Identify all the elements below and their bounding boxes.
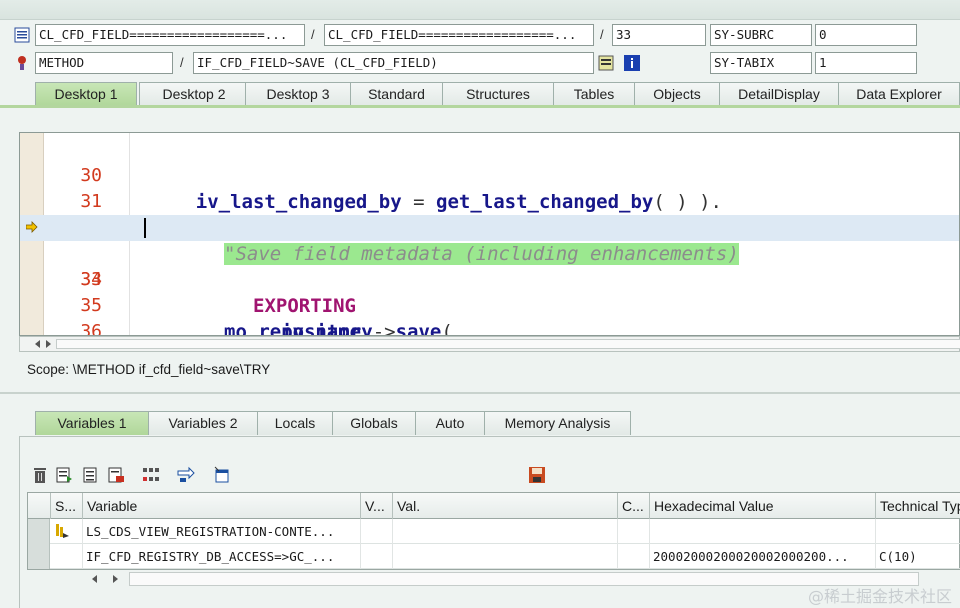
- scroll-left-icon[interactable]: [34, 340, 42, 348]
- column-header-v[interactable]: V...: [361, 493, 393, 519]
- code-line[interactable]: 36 iv_package = ls_transport_info-packag…: [20, 293, 959, 335]
- event-type-field[interactable]: METHOD: [35, 52, 173, 74]
- scroll-thumb[interactable]: [56, 339, 960, 349]
- column-header-value[interactable]: Val.: [393, 493, 618, 519]
- header-row-program: CL_CFD_FIELD==================... / CL_C…: [0, 24, 960, 48]
- scroll-right-icon[interactable]: [44, 340, 52, 348]
- code-line[interactable]: 37 iv_request = ls_transport_info-reques…: [20, 319, 959, 335]
- variable-cell[interactable]: LS_CDS_VIEW_REGISTRATION-CONTE...: [83, 519, 361, 544]
- row-selector[interactable]: [28, 544, 50, 569]
- tab-variables-2[interactable]: Variables 2: [148, 411, 258, 435]
- tab-detaildisplay[interactable]: DetailDisplay: [719, 82, 839, 106]
- line-field[interactable]: 33: [612, 24, 706, 46]
- table-row[interactable]: LS_CDS_VIEW_REGISTRATION-CONTE...: [28, 519, 960, 544]
- c-cell: [618, 519, 650, 544]
- tab-tables[interactable]: Tables: [553, 82, 635, 106]
- delete-icon[interactable]: [31, 466, 49, 484]
- scope-label: Scope: \METHOD if_cfd_field~save\TRY: [27, 362, 271, 377]
- c-cell: [618, 544, 650, 569]
- watermark: @稀土掘金技术社区: [807, 587, 952, 606]
- tab-variables-1[interactable]: Variables 1: [35, 411, 149, 435]
- sysvar-name-field[interactable]: SY-TABIX: [710, 52, 812, 74]
- program-icon: [14, 27, 30, 43]
- sysvar-value-field[interactable]: 0: [815, 24, 917, 46]
- code-line[interactable]: 34 EXPORTING: [20, 241, 959, 317]
- scroll-right-icon[interactable]: [111, 575, 119, 583]
- navigate-icon[interactable]: [598, 55, 614, 71]
- title-bar: [0, 0, 960, 20]
- source-code-editor[interactable]: 30 iv_last_changed_by = get_last_changed…: [19, 132, 960, 336]
- method-icon: [18, 56, 26, 70]
- column-header-hex[interactable]: Hexadecimal Value: [650, 493, 876, 519]
- tab-desktop-1[interactable]: Desktop 1: [35, 82, 137, 106]
- transfer-icon[interactable]: [177, 466, 195, 484]
- tab-auto[interactable]: Auto: [415, 411, 485, 435]
- tab-locals[interactable]: Locals: [257, 411, 333, 435]
- code-line[interactable]: 32 "Save field metadata (including enhan…: [20, 189, 959, 265]
- column-header-technical-type[interactable]: Technical Type: [876, 493, 960, 519]
- table-header: S... Variable V... Val. C... Hexadecimal…: [28, 493, 960, 519]
- table-row[interactable]: IF_CFD_REGISTRY_DB_ACCESS=>GC_... 200020…: [28, 544, 960, 569]
- current-line-arrow-icon: [26, 221, 38, 233]
- variables-table[interactable]: S... Variable V... Val. C... Hexadecimal…: [27, 492, 960, 570]
- status-cell: [51, 544, 83, 569]
- header-row-event: METHOD / IF_CFD_FIELD~SAVE (CL_CFD_FIELD…: [0, 52, 960, 76]
- column-header-variable[interactable]: Variable: [83, 493, 361, 519]
- tab-objects[interactable]: Objects: [634, 82, 720, 106]
- code-line[interactable]: 31: [20, 163, 959, 212]
- column-header-c[interactable]: C...: [618, 493, 650, 519]
- variable-cell[interactable]: IF_CFD_REGISTRY_DB_ACCESS=>GC_...: [83, 544, 361, 569]
- value-cell[interactable]: [393, 519, 618, 544]
- select-all-cell[interactable]: [28, 493, 51, 519]
- separator: /: [180, 55, 184, 70]
- value-cell[interactable]: [393, 544, 618, 569]
- append-row-icon[interactable]: [82, 466, 100, 484]
- editor-horizontal-scrollbar[interactable]: [19, 336, 960, 352]
- v-cell: [361, 519, 393, 544]
- desktop-tabs: Desktop 1 Desktop 2 Desktop 3 Standard S…: [0, 82, 960, 106]
- tab-desktop-2[interactable]: Desktop 2: [139, 82, 249, 106]
- insert-row-icon[interactable]: [55, 466, 73, 484]
- type-cell: C(10): [879, 549, 917, 564]
- scroll-left-icon[interactable]: [91, 575, 99, 583]
- scroll-thumb[interactable]: [129, 572, 919, 586]
- program-field[interactable]: CL_CFD_FIELD==================...: [35, 24, 305, 46]
- include-field[interactable]: CL_CFD_FIELD==================...: [324, 24, 594, 46]
- event-name-field[interactable]: IF_CFD_FIELD~SAVE (CL_CFD_FIELD): [193, 52, 594, 74]
- tab-standard[interactable]: Standard: [350, 82, 443, 106]
- pane-divider[interactable]: [0, 392, 960, 394]
- tab-structures[interactable]: Structures: [442, 82, 554, 106]
- tab-underline: [0, 105, 960, 108]
- tab-data-explorer[interactable]: Data Explorer: [838, 82, 960, 106]
- hex-cell: [650, 519, 876, 544]
- structure-icon: [56, 524, 69, 538]
- delete-row-icon[interactable]: [107, 466, 125, 484]
- v-cell: [361, 544, 393, 569]
- type-cell: [876, 519, 960, 544]
- column-header-status[interactable]: S...: [51, 493, 83, 519]
- text-caret: [144, 218, 146, 238]
- tab-globals[interactable]: Globals: [332, 411, 416, 435]
- sysvar-name-field[interactable]: SY-SUBRC: [710, 24, 812, 46]
- code-line[interactable]: 35 iv_name = mv_name: [20, 267, 959, 335]
- separator: /: [311, 27, 315, 42]
- hex-cell: 20002000200020002000200...: [650, 544, 876, 569]
- tab-memory-analysis[interactable]: Memory Analysis: [484, 411, 631, 435]
- sysvar-value-field[interactable]: 1: [815, 52, 917, 74]
- display-icon[interactable]: [213, 466, 231, 484]
- separator: /: [600, 27, 604, 42]
- status-cell: [51, 519, 83, 544]
- hierarchy-icon[interactable]: [142, 466, 160, 484]
- code-line[interactable]: 30 iv_last_changed_by = get_last_changed…: [20, 137, 959, 213]
- save-icon[interactable]: [528, 466, 546, 484]
- tab-desktop-3[interactable]: Desktop 3: [245, 82, 351, 106]
- variables-tabs: Variables 1 Variables 2 Locals Globals A…: [0, 411, 960, 435]
- row-selector[interactable]: [28, 519, 50, 544]
- code-line-current[interactable]: 33 mo_repository->save(: [20, 215, 959, 335]
- info-icon[interactable]: [624, 55, 640, 71]
